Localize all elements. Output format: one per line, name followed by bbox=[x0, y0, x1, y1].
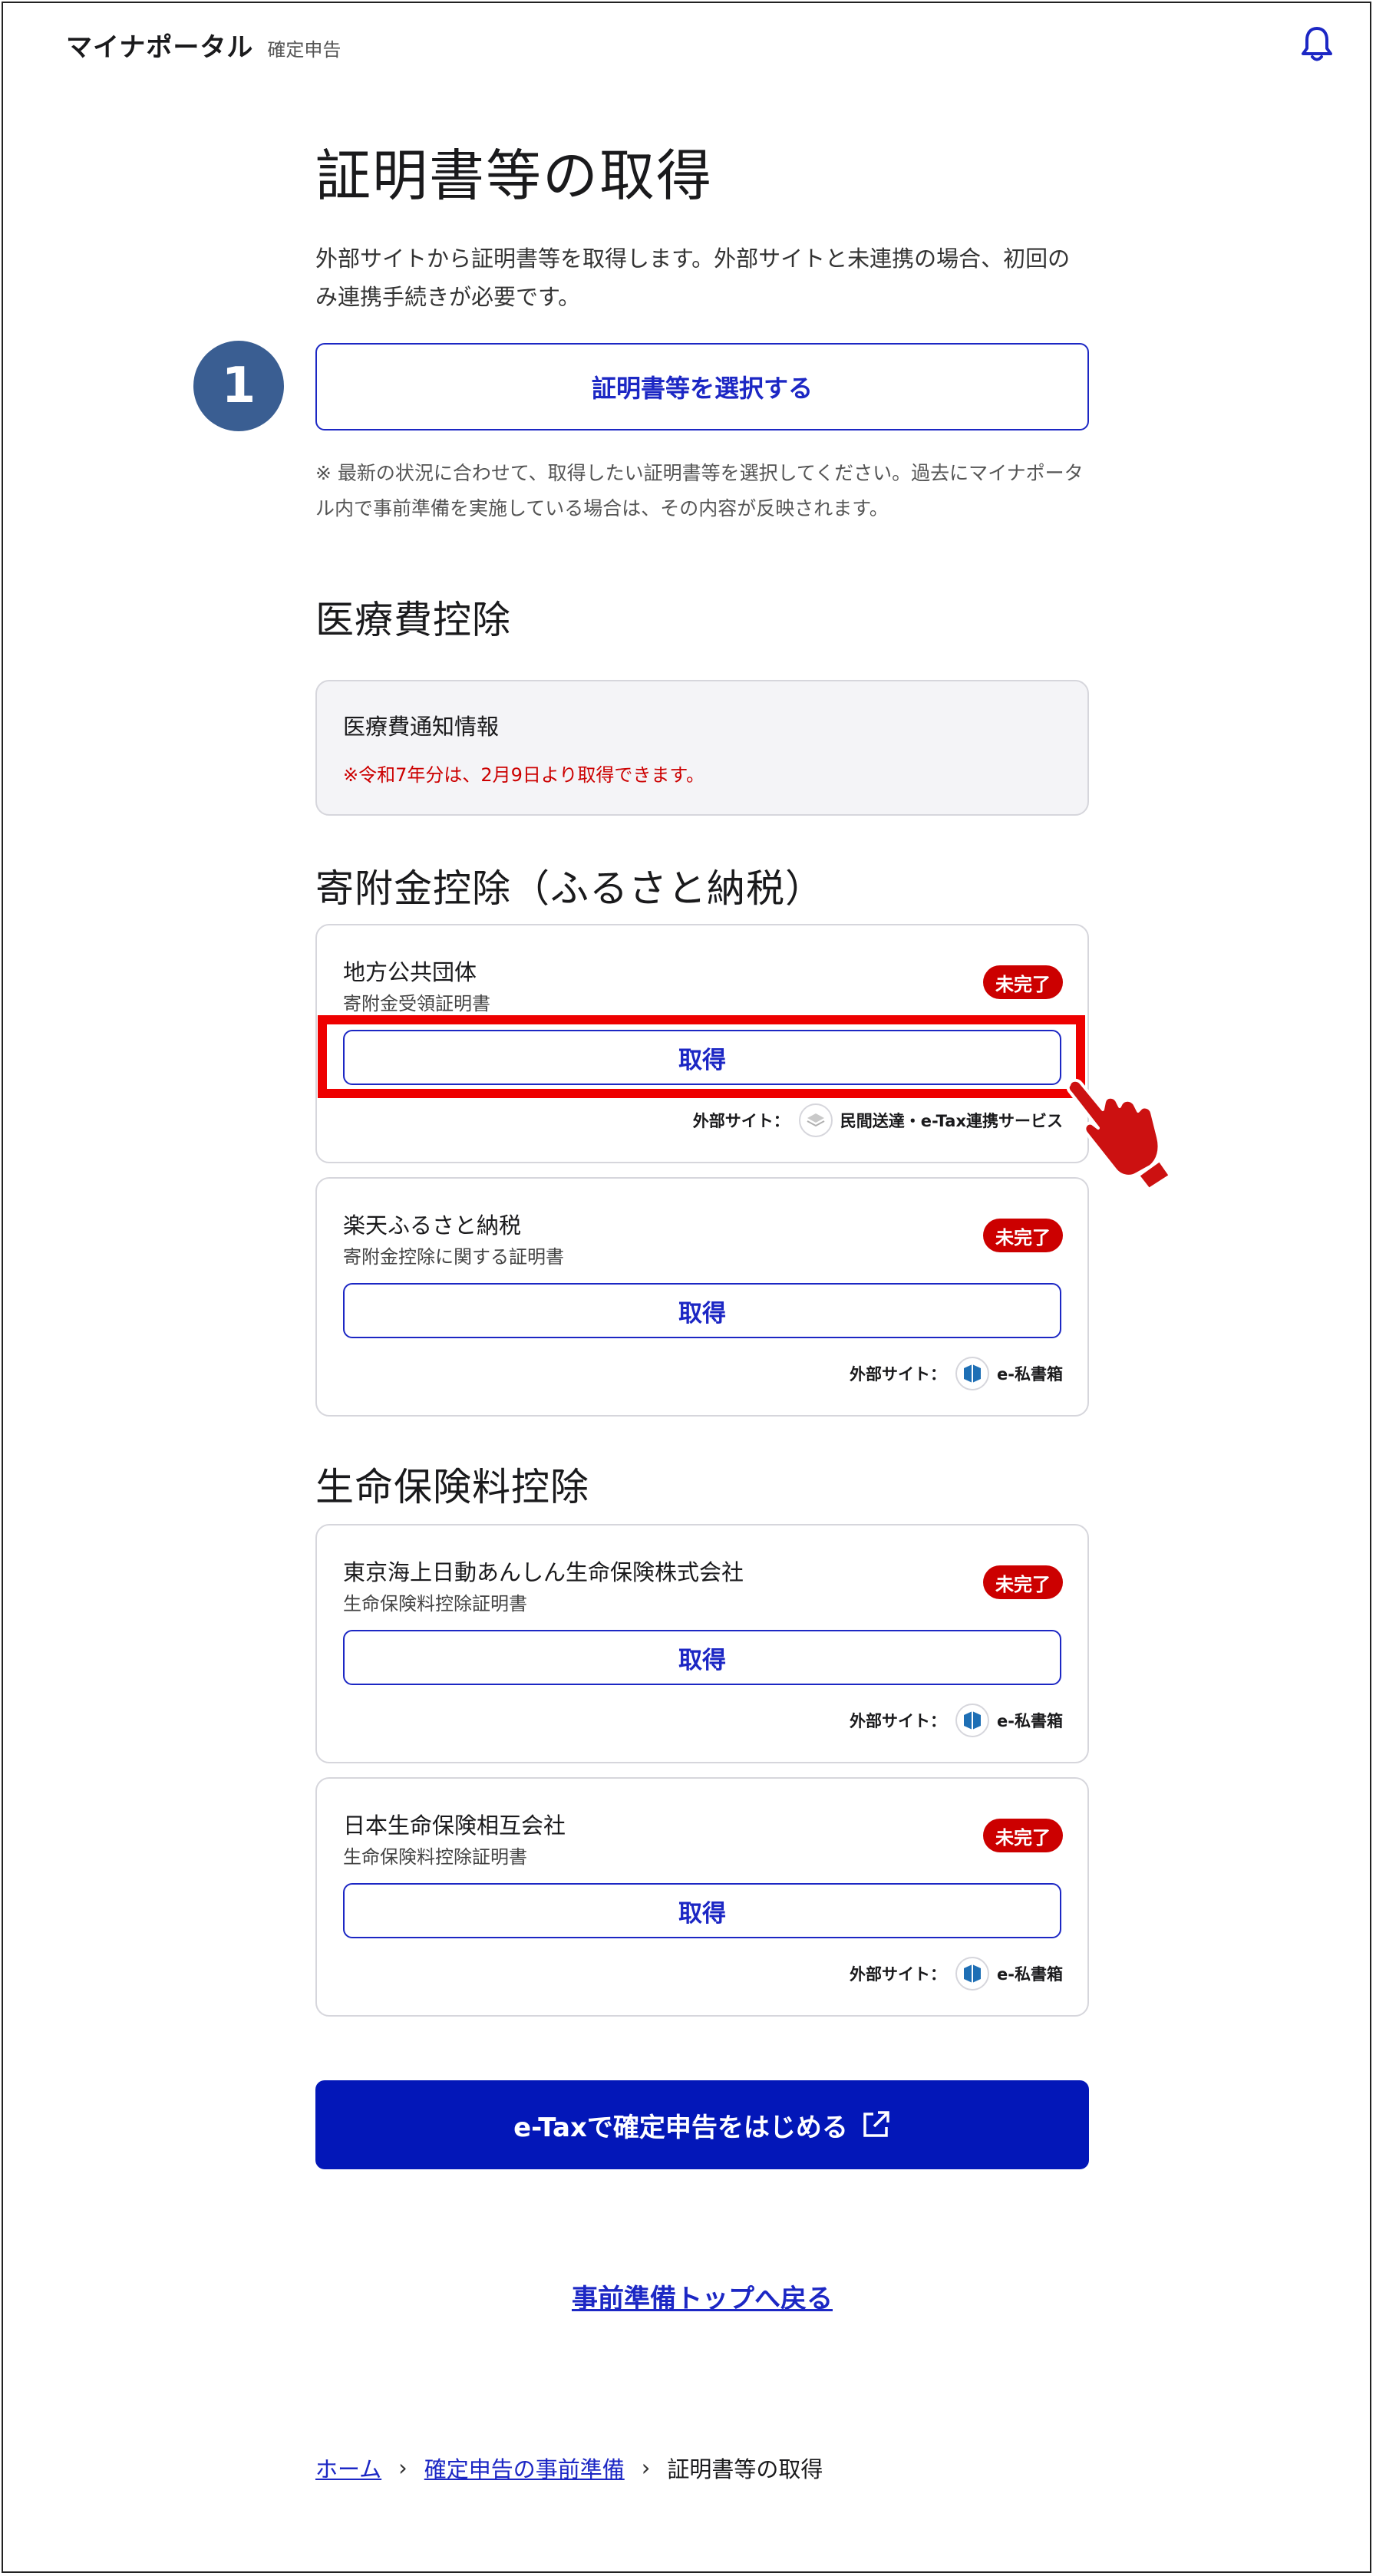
donation-card-rakuten: 楽天ふるさと納税 寄附金控除に関する証明書 未完了 取得 外部サイト： e-私書… bbox=[315, 1177, 1089, 1417]
external-site-name: e-私書箱 bbox=[997, 1965, 1063, 1984]
start-etax-button[interactable]: e-Taxで確定申告をはじめる bbox=[315, 2080, 1089, 2169]
external-site-label: 外部サイト： bbox=[692, 1112, 790, 1130]
step-number-badge: 1 bbox=[193, 341, 284, 431]
card-subtitle: 寄附金控除に関する証明書 bbox=[343, 1246, 564, 1268]
back-to-prep-top-link[interactable]: 事前準備トップへ戻る bbox=[315, 2278, 1089, 2315]
external-site-label: 外部サイト： bbox=[850, 1965, 947, 1984]
section-heading-medical: 医療費控除 bbox=[315, 598, 511, 642]
external-site-name: 民間送達・e-Tax連携サービス bbox=[840, 1112, 1063, 1130]
status-badge: 未完了 bbox=[983, 965, 1063, 999]
external-site-label: 外部サイト： bbox=[850, 1365, 947, 1384]
external-link-icon bbox=[863, 2111, 889, 2137]
section-heading-life-insurance: 生命保険料控除 bbox=[315, 1465, 589, 1509]
brand-logo[interactable]: マイナポータル bbox=[66, 26, 253, 64]
card-title: 日本生命保険相互会社 bbox=[343, 1812, 566, 1839]
medical-card: 医療費通知情報 ※令和7年分は、2月9日より取得できます。 bbox=[315, 680, 1089, 816]
breadcrumb: ホーム › 確定申告の事前準備 › 証明書等の取得 bbox=[315, 2452, 823, 2484]
external-site-label: 外部サイト： bbox=[850, 1712, 947, 1730]
e-shibako-logo-icon bbox=[955, 1957, 990, 1991]
select-certificates-button[interactable]: 証明書等を選択する bbox=[315, 343, 1089, 430]
card-warning: ※令和7年分は、2月9日より取得できます。 bbox=[343, 764, 705, 786]
site-header: マイナポータル 確定申告 bbox=[66, 26, 341, 64]
breadcrumb-current: 証明書等の取得 bbox=[667, 2456, 823, 2482]
card-subtitle: 寄附金受領証明書 bbox=[343, 993, 490, 1014]
status-badge: 未完了 bbox=[983, 1219, 1063, 1252]
card-title: 楽天ふるさと納税 bbox=[343, 1212, 522, 1239]
breadcrumb-prep-link[interactable]: 確定申告の事前準備 bbox=[424, 2452, 625, 2484]
life-card-tokio-marine: 東京海上日動あんしん生命保険株式会社 生命保険料控除証明書 未完了 取得 外部サ… bbox=[315, 1524, 1089, 1763]
breadcrumb-home-link[interactable]: ホーム bbox=[315, 2452, 381, 2484]
page-title: 証明書等の取得 bbox=[315, 143, 714, 208]
selection-note: ※ 最新の状況に合わせて、取得したい証明書等を選択してください。過去にマイナポー… bbox=[315, 462, 1084, 519]
get-button[interactable]: 取得 bbox=[343, 1883, 1061, 1938]
life-card-nippon-life: 日本生命保険相互会社 生命保険料控除証明書 未完了 取得 外部サイト： e-私書… bbox=[315, 1777, 1089, 2017]
external-site-info: 外部サイト： e-私書箱 bbox=[850, 1355, 1063, 1392]
bell-icon[interactable] bbox=[1300, 25, 1334, 63]
external-site-info: 外部サイト： e-私書箱 bbox=[850, 1955, 1063, 1992]
intro-text: 外部サイトから証明書等を取得します。外部サイトと未連携の場合、初回のみ連携手続き… bbox=[315, 246, 1071, 310]
external-site-name: e-私書箱 bbox=[997, 1365, 1063, 1384]
get-button[interactable]: 取得 bbox=[343, 1283, 1061, 1338]
card-subtitle: 生命保険料控除証明書 bbox=[343, 1846, 527, 1868]
start-etax-label: e-Taxで確定申告をはじめる bbox=[513, 2112, 848, 2143]
minkan-soutatsu-logo-icon bbox=[798, 1103, 833, 1137]
status-badge: 未完了 bbox=[983, 1565, 1063, 1599]
card-title: 地方公共団体 bbox=[343, 959, 477, 985]
highlight-box bbox=[318, 1015, 1085, 1098]
card-title: 東京海上日動あんしん生命保険株式会社 bbox=[343, 1559, 744, 1585]
external-site-info: 外部サイト： 民間送達・e-Tax連携サービス bbox=[693, 1102, 1063, 1139]
external-site-name: e-私書箱 bbox=[997, 1712, 1063, 1730]
brand-subtitle: 確定申告 bbox=[267, 39, 342, 61]
card-subtitle: 生命保険料控除証明書 bbox=[343, 1593, 527, 1615]
chevron-right-icon: › bbox=[641, 2455, 651, 2481]
get-button[interactable]: 取得 bbox=[343, 1630, 1061, 1685]
card-title: 医療費通知情報 bbox=[343, 714, 500, 740]
section-heading-donation: 寄附金控除（ふるさと納税） bbox=[315, 866, 824, 911]
pointing-hand-icon bbox=[1066, 1078, 1172, 1189]
e-shibako-logo-icon bbox=[955, 1704, 990, 1737]
status-badge: 未完了 bbox=[983, 1819, 1063, 1852]
external-site-info: 外部サイト： e-私書箱 bbox=[850, 1702, 1063, 1739]
e-shibako-logo-icon bbox=[955, 1357, 990, 1390]
chevron-right-icon: › bbox=[398, 2455, 408, 2481]
